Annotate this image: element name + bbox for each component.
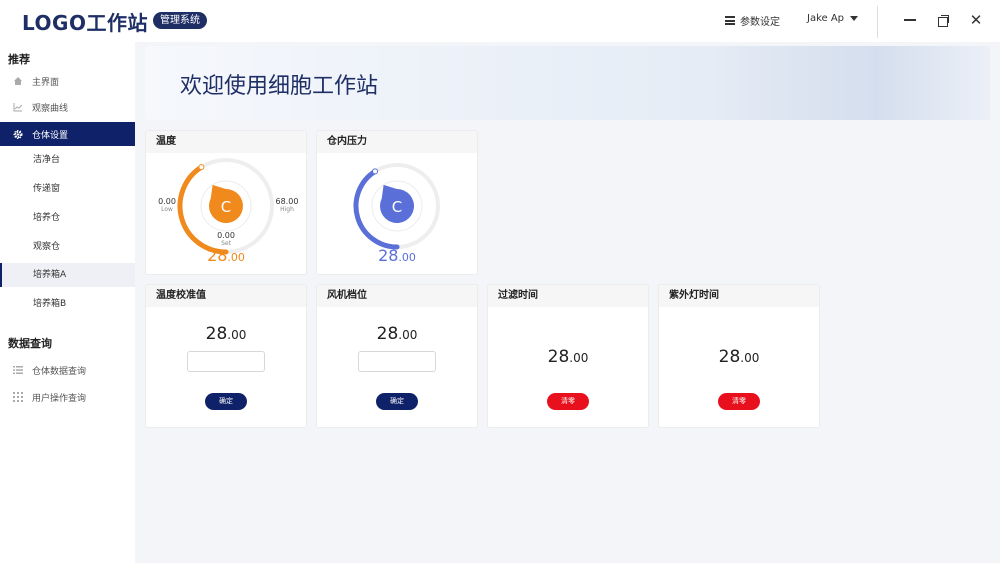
- sidebar-subitem-observation-chamber[interactable]: 观察仓: [0, 235, 135, 259]
- logo: LOGO工作站: [22, 11, 148, 35]
- value-int: 28: [718, 347, 741, 367]
- value-dec: .00: [569, 351, 589, 365]
- card-title: 紫外灯时间: [659, 285, 819, 307]
- sidebar-item-label: 观察曲线: [32, 103, 69, 114]
- low-label: Low: [161, 206, 173, 213]
- temperature-value: 28.00: [146, 246, 306, 265]
- card-title: 风机档位: [317, 285, 477, 307]
- temp-calibration-card: 温度校准值 28.00 确定: [145, 284, 307, 428]
- restore-icon: [937, 14, 949, 27]
- sidebar-item-home[interactable]: 主界面: [0, 69, 135, 93]
- chart-icon: [13, 102, 23, 112]
- unit-letter: C: [221, 198, 231, 216]
- user-name: Jake Ap: [807, 13, 845, 24]
- confirm-button[interactable]: 确定: [376, 393, 418, 410]
- unit-letter: C: [392, 198, 402, 216]
- sidebar-item-user-operation-query[interactable]: 用户操作查询: [0, 385, 135, 409]
- minimize-button[interactable]: [902, 12, 918, 28]
- value-int: 28: [378, 246, 399, 265]
- sidebar-item-curves[interactable]: 观察曲线: [0, 95, 135, 119]
- sidebar-item-label: 主界面: [32, 77, 60, 88]
- gauge-marker: [198, 164, 205, 171]
- sidebar-item-label: 仓体设置: [32, 130, 69, 141]
- welcome-banner: 欢迎使用细胞工作站: [145, 46, 990, 120]
- value-int: 28: [376, 324, 399, 344]
- filter-time-card: 过滤时间 28.00 清零: [487, 284, 649, 428]
- sidebar-item-label: 用户操作查询: [32, 393, 87, 404]
- low-value: 0.00 Low: [152, 197, 182, 213]
- chevron-down-icon: [850, 16, 859, 21]
- minimize-icon: [904, 19, 916, 21]
- list-icon: [13, 365, 23, 375]
- temperature-gauge-card: 温度 C 0.00 Low 68.00 High 0.00 Set 28.00: [145, 130, 307, 275]
- set-value: 0.00 Set: [211, 231, 241, 247]
- fan-level-value: 28.00: [317, 324, 477, 344]
- pressure-gauge-card: 仓内压力 C 28.00: [316, 130, 478, 275]
- low-number: 0.00: [158, 197, 176, 206]
- sidebar: 推荐 主界面 观察曲线 仓体设置 洁净台 传递窗 培养仓 观察仓 培养箱A 培养…: [0, 42, 135, 563]
- sidebar-subitem-culture-chamber[interactable]: 培养仓: [0, 206, 135, 230]
- value-dec: .00: [398, 251, 416, 264]
- value-dec: .00: [398, 328, 418, 342]
- banner-title: 欢迎使用细胞工作站: [180, 74, 379, 99]
- top-bar: LOGO工作站 管理系统 参数设定 Jake Ap ✕: [0, 0, 1000, 42]
- uv-time-card: 紫外灯时间 28.00 清零: [658, 284, 820, 428]
- filter-time-value: 28.00: [488, 347, 648, 367]
- sidebar-subitem-pass-box[interactable]: 传递窗: [0, 177, 135, 201]
- high-value: 68.00 High: [272, 197, 302, 213]
- calibration-input[interactable]: [187, 351, 265, 372]
- reset-button[interactable]: 清零: [547, 393, 589, 410]
- section-title-recommend: 推荐: [8, 53, 30, 66]
- set-number: 0.00: [217, 231, 235, 240]
- user-menu[interactable]: Jake Ap: [807, 13, 859, 24]
- sidebar-subitem-incubator-b[interactable]: 培养箱B: [0, 292, 135, 316]
- high-number: 68.00: [275, 197, 299, 206]
- close-button[interactable]: ✕: [968, 12, 984, 28]
- sidebar-item-chamber-settings[interactable]: 仓体设置: [0, 122, 135, 146]
- fan-level-card: 风机档位 28.00 确定: [316, 284, 478, 428]
- system-badge: 管理系统: [153, 12, 207, 29]
- reset-button[interactable]: 清零: [718, 393, 760, 410]
- card-title: 过滤时间: [488, 285, 648, 307]
- high-label: High: [280, 206, 294, 213]
- card-title: 仓内压力: [317, 131, 477, 153]
- gear-icon: [13, 129, 23, 139]
- value-dec: .00: [227, 328, 247, 342]
- sidebar-subitem-incubator-a[interactable]: 培养箱A: [0, 263, 135, 287]
- value-int: 28: [207, 246, 228, 265]
- card-title: 温度: [146, 131, 306, 153]
- sidebar-item-label: 仓体数据查询: [32, 366, 87, 377]
- uv-time-value: 28.00: [659, 347, 819, 367]
- settings-button[interactable]: 参数设定: [725, 13, 780, 28]
- home-icon: [13, 76, 23, 86]
- value-int: 28: [547, 347, 570, 367]
- pressure-value: 28.00: [317, 246, 477, 265]
- confirm-button[interactable]: 确定: [205, 393, 247, 410]
- fan-level-input[interactable]: [358, 351, 436, 372]
- restore-button[interactable]: [935, 12, 951, 28]
- menu-icon: [725, 16, 735, 25]
- value-int: 28: [205, 324, 228, 344]
- calibration-value: 28.00: [146, 324, 306, 344]
- divider: [877, 6, 878, 38]
- sidebar-item-chamber-data-query[interactable]: 仓体数据查询: [0, 358, 135, 382]
- sidebar-subitem-clean-bench[interactable]: 洁净台: [0, 148, 135, 172]
- section-title-data-query: 数据查询: [8, 337, 52, 350]
- grid-icon: [13, 392, 23, 402]
- settings-label: 参数设定: [740, 17, 780, 28]
- card-title: 温度校准值: [146, 285, 306, 307]
- close-icon: ✕: [969, 11, 983, 29]
- banner-decoration: [710, 46, 990, 120]
- value-dec: .00: [740, 351, 760, 365]
- gauge-marker: [372, 168, 379, 175]
- value-dec: .00: [227, 251, 245, 264]
